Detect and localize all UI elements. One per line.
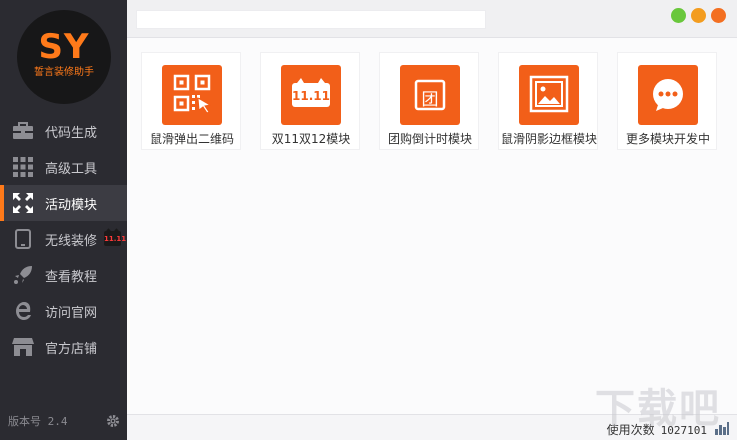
sidebar-item-label: 官方店铺 [45, 341, 98, 357]
logo-subtitle: 誓言装修助手 [34, 67, 94, 78]
module-label: 鼠滑阴影边框模块 [500, 132, 597, 146]
sidebar-item-label: 无线装修 [45, 233, 98, 249]
top-bar [127, 0, 737, 38]
search-input[interactable] [136, 10, 486, 29]
sidebar-item-label: 代码生成 [45, 125, 98, 141]
module-label: 鼠滑弹出二维码 [149, 132, 234, 146]
status-bar: 使用次数 1027101 [127, 414, 737, 440]
sidebar-nav: 代码生成 高级工具 活动模块 无线装修 11.11 查看教程 访问官网 官方店铺 [0, 113, 127, 365]
tmall-1111-icon: 11.11 [281, 65, 341, 125]
tablet-icon [12, 228, 34, 250]
sidebar-item-official-store[interactable]: 官方店铺 [0, 329, 127, 365]
module-label: 更多模块开发中 [625, 132, 710, 146]
module-card-group-buy[interactable]: 团 团购倒计时模块 [379, 52, 479, 150]
tmall-1111-text: 11.11 [292, 89, 330, 103]
module-card-shadow-border[interactable]: 鼠滑阴影边框模块 [498, 52, 598, 150]
sidebar-item-label: 活动模块 [45, 197, 98, 213]
sidebar-item-label: 高级工具 [45, 161, 98, 177]
usage-count-text: 使用次数 1027101 [607, 421, 707, 438]
module-card-more[interactable]: 更多模块开发中 [617, 52, 717, 150]
sidebar-item-wireless-decor[interactable]: 无线装修 11.11 [0, 221, 127, 257]
grid-icon [12, 156, 34, 178]
module-card-qrcode[interactable]: 鼠滑弹出二维码 [141, 52, 241, 150]
sidebar-item-label: 访问官网 [45, 305, 98, 321]
module-label: 团购倒计时模块 [387, 132, 472, 146]
store-icon [12, 336, 34, 358]
module-grid: 鼠滑弹出二维码 11.11 双11双12模块 团 团购倒计时模块 鼠滑阴影边框模… [127, 38, 737, 414]
usage-label: 使用次数 [606, 423, 655, 437]
sidebar-item-tutorials[interactable]: 查看教程 [0, 257, 127, 293]
usage-count: 1027101 [660, 424, 707, 437]
sidebar-item-activity-modules[interactable]: 活动模块 [0, 185, 127, 221]
app-logo: SY 誓言装修助手 [17, 10, 111, 104]
module-card-double11[interactable]: 11.11 双11双12模块 [260, 52, 360, 150]
group-buy-icon: 团 [400, 65, 460, 125]
expand-icon [12, 192, 34, 214]
tmall-1111-badge: 11.11 [104, 231, 126, 246]
group-buy-char: 团 [421, 90, 439, 110]
rocket-icon [12, 264, 34, 286]
logo-text: SY [38, 27, 90, 67]
gear-icon[interactable] [106, 414, 120, 428]
qrcode-icon [162, 65, 222, 125]
briefcase-icon [12, 120, 34, 142]
picture-frame-icon [519, 65, 579, 125]
sidebar: SY 誓言装修助手 代码生成 高级工具 活动模块 无线装修 11.11 查看教程… [0, 0, 127, 440]
more-dots-icon [638, 65, 698, 125]
sidebar-item-official-site[interactable]: 访问官网 [0, 293, 127, 329]
sidebar-item-code-gen[interactable]: 代码生成 [0, 113, 127, 149]
maximize-button[interactable] [691, 8, 706, 23]
version-label: 版本号 2.4 [8, 415, 68, 428]
sidebar-item-label: 查看教程 [45, 269, 98, 285]
minimize-button[interactable] [671, 8, 686, 23]
sidebar-item-advanced-tools[interactable]: 高级工具 [0, 149, 127, 185]
stats-icon [715, 422, 729, 435]
ie-icon [12, 300, 34, 322]
module-label: 双11双12模块 [271, 132, 351, 146]
close-button[interactable] [711, 8, 726, 23]
